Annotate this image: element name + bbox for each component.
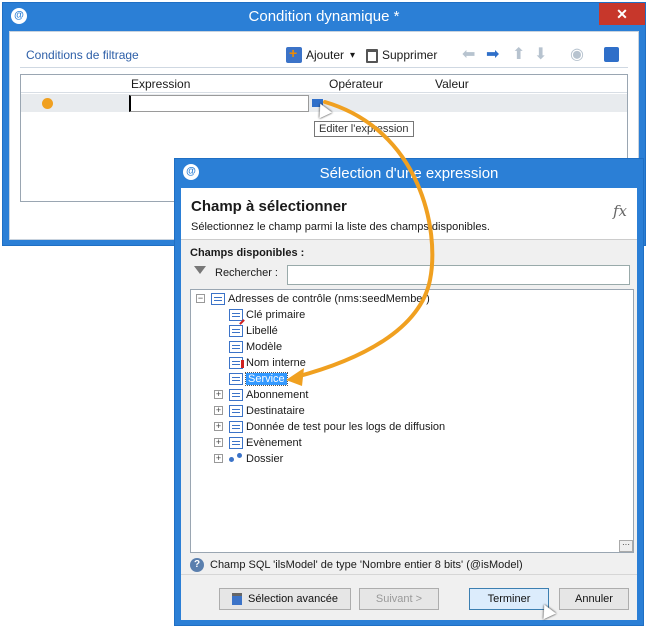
annotation-arrow	[286, 100, 435, 386]
